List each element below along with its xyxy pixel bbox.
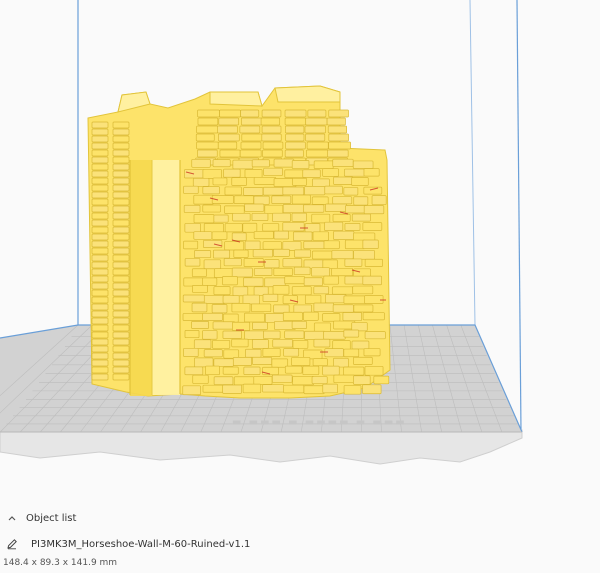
sidebar-bottom-panel: Object list PI3MK3M_Horseshoe-Wall-M-60-… bbox=[0, 500, 600, 573]
build-volume-edge-right bbox=[516, 0, 522, 433]
pencil-icon[interactable] bbox=[2, 534, 22, 554]
chevron-up-icon[interactable] bbox=[2, 508, 22, 528]
3d-viewport[interactable]: ▬ ▬▬▬ ▬ ▬▬▬▬ ▬ ▬▬▬ bbox=[0, 0, 600, 500]
build-volume-edge-back bbox=[469, 0, 476, 326]
build-plate-base bbox=[0, 429, 523, 465]
model-horseshoe-wall[interactable] bbox=[87, 85, 391, 399]
object-list-toggle[interactable]: Object list bbox=[0, 508, 76, 528]
plate-logo-mark: ▬ ▬▬▬ ▬ ▬▬▬▬ ▬ ▬▬▬ bbox=[232, 417, 407, 428]
viewport-scene: ▬ ▬▬▬ ▬ ▬▬▬▬ ▬ ▬▬▬ bbox=[0, 0, 523, 465]
object-name: PI3MK3M_Horseshoe-Wall-M-60-Ruined-v1.1 bbox=[31, 538, 251, 550]
object-dimensions: 148.4 x 89.3 x 141.9 mm bbox=[3, 558, 118, 568]
object-list-item[interactable]: PI3MK3M_Horseshoe-Wall-M-60-Ruined-v1.1 bbox=[0, 534, 600, 554]
object-list-label: Object list bbox=[26, 512, 77, 524]
